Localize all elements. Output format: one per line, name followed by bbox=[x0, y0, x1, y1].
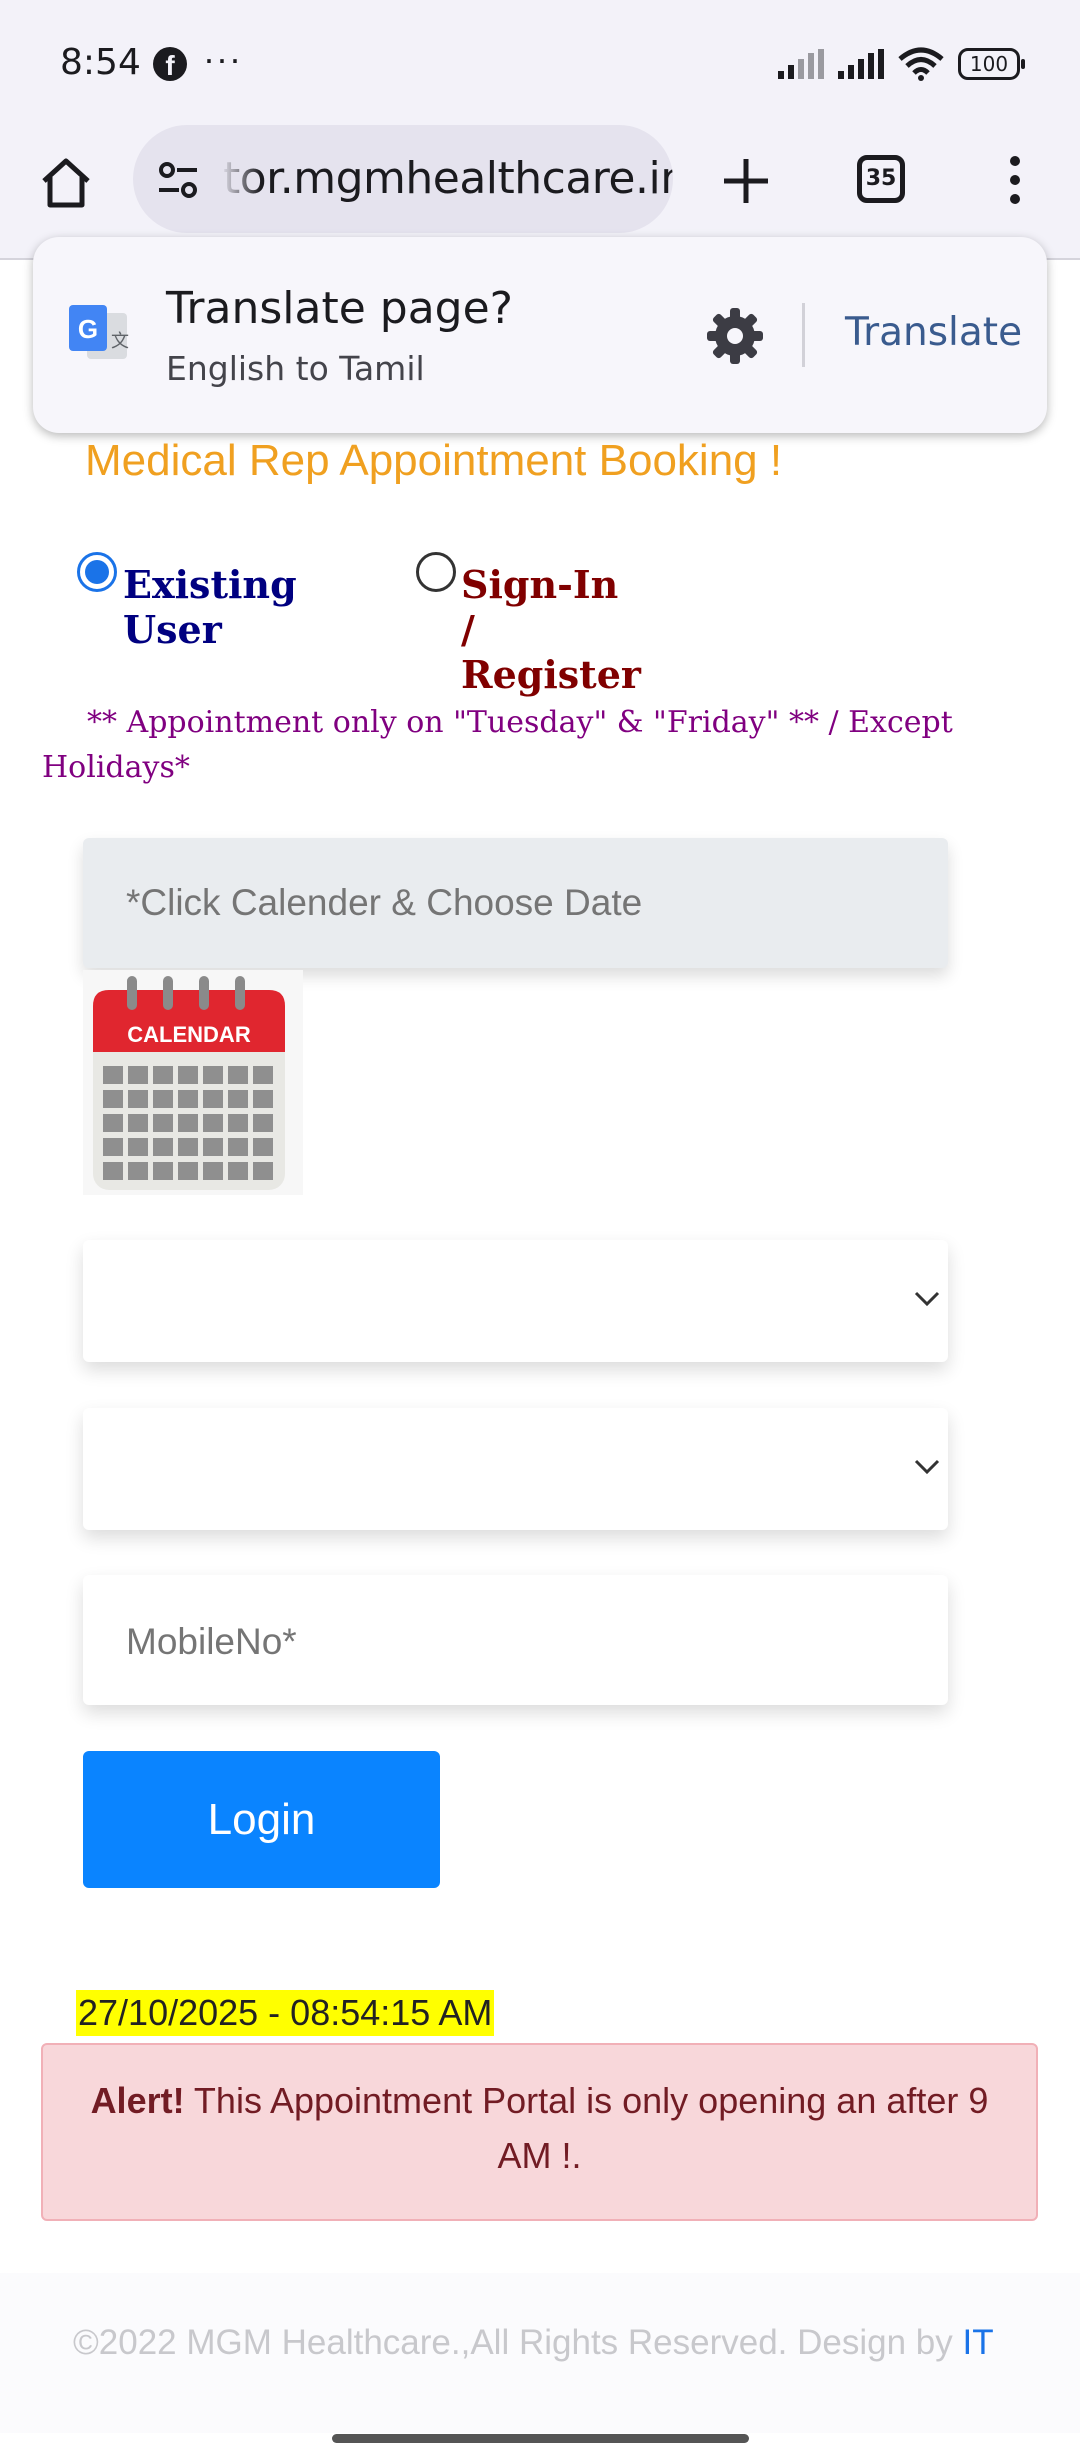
google-translate-icon: G 文 bbox=[69, 305, 129, 359]
existing-user-radio[interactable] bbox=[77, 552, 117, 592]
svg-text:文: 文 bbox=[111, 331, 129, 352]
more-menu-icon[interactable] bbox=[1003, 155, 1027, 205]
calendar-cell bbox=[253, 1114, 273, 1132]
address-bar[interactable]: tor.mgmhealthcare.in bbox=[133, 125, 673, 233]
calendar-cell bbox=[228, 1090, 248, 1108]
page-title: Medical Rep Appointment Booking ! bbox=[85, 436, 783, 485]
calendar-cell bbox=[153, 1066, 173, 1084]
appointment-notice: ** Appointment only on "Tuesday" & "Frid… bbox=[42, 705, 953, 785]
calendar-cell bbox=[228, 1138, 248, 1156]
footer: ©2022 MGM Healthcare.,All Rights Reserve… bbox=[0, 2273, 1080, 2433]
chevron-down-icon bbox=[914, 1459, 940, 1475]
wifi-icon bbox=[898, 47, 944, 81]
footer-link[interactable]: IT bbox=[963, 2323, 994, 2362]
calendar-cell bbox=[228, 1066, 248, 1084]
calendar-cell bbox=[178, 1114, 198, 1132]
footer-copyright: ©2022 MGM Healthcare.,All Rights Reserve… bbox=[73, 2323, 963, 2362]
existing-user-label[interactable]: Existing User bbox=[123, 562, 297, 652]
facebook-icon: f bbox=[153, 47, 187, 81]
calendar-cell bbox=[128, 1162, 148, 1180]
svg-text:CALENDAR: CALENDAR bbox=[127, 1022, 251, 1047]
calendar-cell bbox=[228, 1114, 248, 1132]
more-notifications-icon: ··· bbox=[203, 38, 242, 79]
calendar-cell bbox=[153, 1114, 173, 1132]
calendar-cell bbox=[228, 1162, 248, 1180]
date-input[interactable]: *Click Calender & Choose Date bbox=[83, 838, 948, 968]
calendar-cell bbox=[203, 1138, 223, 1156]
calendar-cell bbox=[253, 1162, 273, 1180]
translate-button[interactable]: Translate bbox=[845, 310, 1022, 355]
calendar-cell bbox=[203, 1066, 223, 1084]
calendar-cell bbox=[128, 1066, 148, 1084]
signal-icon-2 bbox=[838, 49, 884, 79]
home-indicator[interactable] bbox=[332, 2434, 749, 2443]
calendar-cell bbox=[103, 1114, 123, 1132]
translate-subtitle: English to Tamil bbox=[166, 349, 425, 388]
alert-banner: Alert! This Appointment Portal is only o… bbox=[41, 2043, 1038, 2221]
calendar-cell bbox=[103, 1162, 123, 1180]
register-radio[interactable] bbox=[416, 552, 456, 592]
calendar-cell bbox=[253, 1066, 273, 1084]
select-time-dropdown[interactable] bbox=[83, 1408, 948, 1530]
calendar-cell bbox=[103, 1090, 123, 1108]
svg-text:G: G bbox=[78, 314, 98, 344]
translate-title: Translate page? bbox=[166, 283, 514, 334]
tab-switcher-button[interactable]: 35 bbox=[857, 155, 905, 203]
calendar-cell bbox=[128, 1114, 148, 1132]
calendar-cell bbox=[178, 1066, 198, 1084]
site-settings-icon[interactable] bbox=[155, 157, 201, 203]
calendar-cell bbox=[203, 1090, 223, 1108]
calendar-cell bbox=[203, 1162, 223, 1180]
calendar-cell bbox=[103, 1066, 123, 1084]
translate-popup: G 文 Translate page? English to Tamil Tra… bbox=[33, 237, 1047, 433]
mobile-number-input[interactable]: MobileNo* bbox=[83, 1575, 948, 1705]
status-time: 8:54 bbox=[60, 42, 141, 83]
calendar-cell bbox=[103, 1138, 123, 1156]
mobile-placeholder: MobileNo* bbox=[126, 1621, 297, 1662]
url-text: tor.mgmhealthcare.in bbox=[223, 153, 673, 204]
status-bar: 8:54 f ··· 100 bbox=[0, 0, 1080, 125]
home-icon[interactable] bbox=[36, 153, 96, 213]
calendar-cell bbox=[178, 1162, 198, 1180]
calendar-cell bbox=[178, 1138, 198, 1156]
calendar-cell bbox=[128, 1138, 148, 1156]
new-tab-icon[interactable] bbox=[718, 153, 774, 209]
calendar-cell bbox=[253, 1138, 273, 1156]
date-placeholder: *Click Calender & Choose Date bbox=[126, 882, 643, 923]
calendar-cell bbox=[153, 1138, 173, 1156]
calendar-cell bbox=[203, 1114, 223, 1132]
register-label[interactable]: Sign-In / Register bbox=[461, 562, 641, 697]
calendar-cell bbox=[178, 1090, 198, 1108]
calendar-cell bbox=[253, 1090, 273, 1108]
battery-icon: 100 bbox=[958, 48, 1025, 80]
select-doctor-dropdown[interactable] bbox=[83, 1240, 948, 1362]
chevron-down-icon bbox=[914, 1291, 940, 1307]
calendar-cell bbox=[153, 1162, 173, 1180]
login-button[interactable]: Login bbox=[83, 1751, 440, 1888]
signal-icon bbox=[778, 49, 824, 79]
alert-message: This Appointment Portal is only opening … bbox=[184, 2080, 989, 2176]
calendar-icon[interactable]: CALENDAR bbox=[83, 970, 303, 1195]
gear-icon[interactable] bbox=[705, 306, 765, 366]
alert-strong: Alert! bbox=[90, 2080, 185, 2121]
calendar-cell bbox=[128, 1090, 148, 1108]
current-timestamp: 27/10/2025 - 08:54:15 AM bbox=[76, 1990, 495, 2036]
calendar-cell bbox=[153, 1090, 173, 1108]
